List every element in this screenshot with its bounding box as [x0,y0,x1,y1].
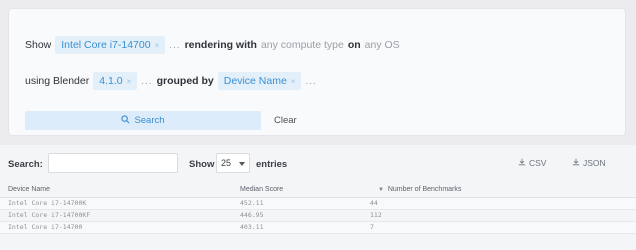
median-score-cell: 446.95 [232,209,362,222]
using-blender-label: using Blender [25,75,90,87]
remove-icon[interactable]: × [291,77,296,86]
clear-button-label: Clear [274,115,297,126]
table-header-row: Device Name Median Score ▼ Number of Ben… [0,183,636,198]
search-button-label: Search [134,115,165,126]
table-row: Intel Core i7-14700 403.11 7 [0,221,636,234]
cpu-chip-label: Intel Core i7-14700 [61,39,151,51]
version-chip[interactable]: 4.1.0 × [93,72,138,90]
results-section: Search: Show 25 entries CSV JSON Device … [0,145,636,250]
table-row: Intel Core i7-14700KF 446.95 112 [0,209,636,222]
entries-value: 25 [221,158,232,168]
median-score-cell: 452.11 [232,197,362,210]
benchmark-count-cell: 44 [362,197,636,210]
entries-show-label: Show [189,159,215,170]
download-icon [518,158,526,168]
cpu-chip[interactable]: Intel Core i7-14700 × [55,36,166,54]
benchmark-count-cell: 7 [362,221,636,234]
grouped-by-label: grouped by [156,75,214,87]
column-header-device[interactable]: Device Name [0,183,232,198]
chevron-down-icon [239,158,245,168]
search-icon [121,114,130,127]
entries-label: entries [256,159,288,170]
compute-type-select[interactable]: any compute type [261,39,344,51]
filter-row-2: using Blender 4.1.0 × ... grouped by Dev… [25,72,317,90]
device-name-cell: Intel Core i7-14700 [0,221,232,234]
column-header-benchmarks[interactable]: ▼ Number of Benchmarks [362,183,636,198]
os-select[interactable]: any OS [365,39,400,51]
column-header-score-label: Median Score [240,186,284,194]
table-search-label: Search: [8,159,43,170]
remove-icon[interactable]: × [127,77,132,86]
export-csv-label: CSV [529,158,547,168]
filter-row-1: Show Intel Core i7-14700 × ... rendering… [25,36,400,54]
table-search-input[interactable] [48,153,178,173]
search-button[interactable]: Search [25,111,261,130]
entries-select[interactable]: 25 [216,153,250,173]
version-chip-label: 4.1.0 [99,75,123,87]
group-chip[interactable]: Device Name × [217,72,302,90]
filter-panel: Show Intel Core i7-14700 × ... rendering… [8,8,626,136]
more-options-dots[interactable]: ... [305,76,316,87]
table-row: Intel Core i7-14700K 452.11 44 [0,197,636,210]
export-json-label: JSON [583,158,606,168]
export-json-button[interactable]: JSON [572,155,606,171]
rendering-label: rendering with [184,39,257,51]
group-chip-label: Device Name [223,75,287,87]
more-options-dots[interactable]: ... [169,40,180,51]
results-table: Device Name Median Score ▼ Number of Ben… [0,183,636,234]
export-csv-button[interactable]: CSV [518,155,546,171]
column-header-benchmarks-label: Number of Benchmarks [387,186,462,194]
clear-button[interactable]: Clear [274,111,297,130]
on-label: on [347,39,361,51]
sort-desc-icon: ▼ [378,187,384,194]
median-score-cell: 403.11 [232,221,362,234]
more-options-dots[interactable]: ... [141,76,152,87]
device-name-cell: Intel Core i7-14700K [0,197,232,210]
column-header-score[interactable]: Median Score [232,183,362,198]
show-label: Show [25,39,52,51]
download-icon [572,158,580,168]
remove-icon[interactable]: × [155,41,160,50]
device-name-cell: Intel Core i7-14700KF [0,209,232,222]
benchmark-count-cell: 112 [362,209,636,222]
